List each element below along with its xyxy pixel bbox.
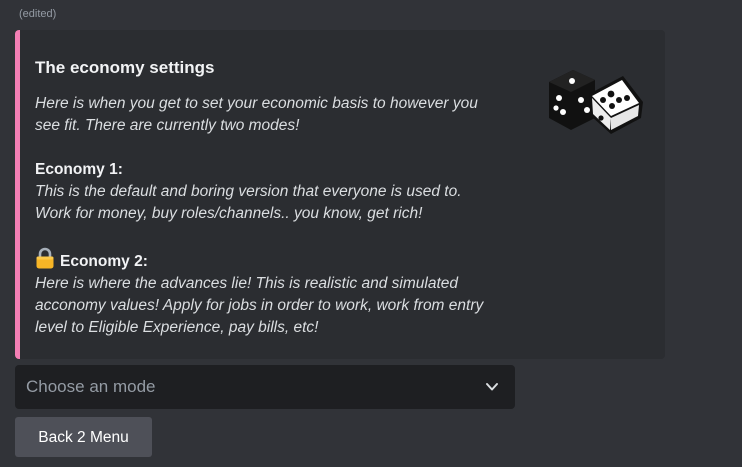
mode2-line-3: level to Eligible Experience, pay bills,… <box>35 319 319 336</box>
mode2-heading: Economy 2: <box>60 253 148 270</box>
back-to-menu-button[interactable]: Back 2 Menu <box>15 417 152 457</box>
lock-icon <box>36 247 54 269</box>
mode1-line-1: This is the default and boring version t… <box>35 183 462 200</box>
mode1-line-2: Work for money, buy roles/channels.. you… <box>35 205 423 222</box>
mode1-heading: Economy 1: <box>35 161 123 178</box>
chevron-down-icon <box>486 383 498 391</box>
intro-line-2: see fit. There are currently two modes! <box>35 117 300 134</box>
select-placeholder: Choose an mode <box>26 377 156 396</box>
embed-accent-bar <box>15 30 20 359</box>
message-container: (edited) The economy settings Here is wh… <box>0 0 742 467</box>
mode-select-menu[interactable]: Choose an mode <box>15 365 515 409</box>
embed-card: The economy settings Here is when you ge… <box>15 30 665 359</box>
mode2-line-2: acconomy values! Apply for jobs in order… <box>35 297 484 314</box>
edited-label: (edited) <box>19 8 57 20</box>
dice-icon <box>549 70 643 134</box>
mode2-line-1: Here is where the advances lie! This is … <box>35 275 458 292</box>
intro-line-1: Here is when you get to set your economi… <box>35 95 478 112</box>
mode2-heading-row: Economy 2: <box>35 247 535 273</box>
embed-title: The economy settings <box>35 58 215 77</box>
embed-description: Here is when you get to set your economi… <box>35 93 535 339</box>
